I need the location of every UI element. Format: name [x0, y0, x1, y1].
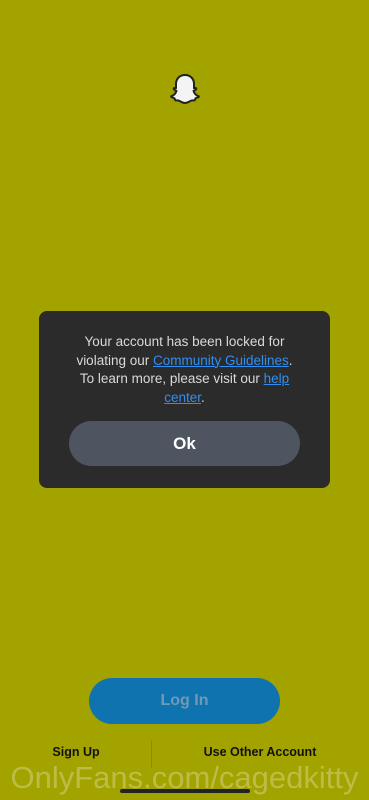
login-button[interactable]: Log In — [89, 678, 280, 724]
message-line-1: Your account has been locked for — [84, 334, 285, 349]
login-screen: Your account has been locked for violati… — [0, 0, 369, 800]
snapchat-ghost-icon — [170, 74, 200, 104]
message-line-2-suffix: . — [288, 352, 293, 368]
help-center-link-part1[interactable]: help — [264, 371, 290, 386]
dialog-message: Your account has been locked for violati… — [61, 333, 308, 407]
message-line-2-prefix: violating our — [76, 352, 153, 368]
message-line-3-prefix: To learn more, please visit our — [79, 371, 264, 386]
help-center-link-part2[interactable]: center — [164, 390, 201, 405]
ok-button[interactable]: Ok — [69, 421, 300, 466]
account-locked-dialog: Your account has been locked for violati… — [39, 311, 330, 488]
community-guidelines-link[interactable]: Community Guidelines — [153, 353, 289, 368]
home-indicator — [120, 789, 250, 793]
message-line-4-suffix: . — [201, 389, 205, 405]
